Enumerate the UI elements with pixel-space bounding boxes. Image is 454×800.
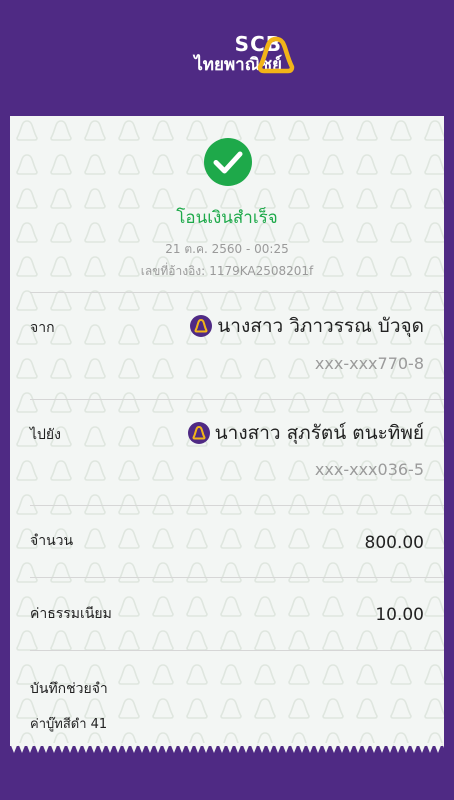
receipt-torn-edge <box>10 743 444 753</box>
app-header: SCB ไทยพาณิชย์ <box>0 0 454 116</box>
from-name: นางสาว วิภาวรรณ บัวจุด <box>217 315 424 337</box>
transfer-status: โอนเงินสำเร็จ <box>176 208 278 228</box>
divider <box>30 292 444 293</box>
from-account-number: xxx-xxx770-8 <box>314 354 424 373</box>
divider <box>30 577 444 578</box>
from-account-holder: นางสาว วิภาวรรณ บัวจุด <box>190 313 424 339</box>
amount-value: 800.00 <box>364 533 424 553</box>
reference-label: เลขที่อ้างอิง: <box>140 264 206 278</box>
reference-value: 1179KA2508201f <box>209 264 314 278</box>
to-name: นางสาว สุภรัตน์ ตนะทิพย์ <box>214 422 424 444</box>
reference-line: เลขที่อ้างอิง: 1179KA2508201f <box>10 262 444 281</box>
divider <box>30 650 444 651</box>
scb-bell-logo-icon <box>257 36 295 74</box>
amount-label: จำนวน <box>30 533 74 549</box>
from-label: จาก <box>30 320 55 336</box>
fee-value: 10.00 <box>375 605 424 625</box>
scb-bell-logo-icon <box>187 422 210 444</box>
to-label: ไปยัง <box>30 427 61 443</box>
check-circle-icon <box>204 138 252 186</box>
divider <box>30 399 444 400</box>
memo-text: ค่าบู๊ทสีดำ 41 <box>30 717 108 732</box>
to-account-holder: นางสาว สุภรัตน์ ตนะทิพย์ <box>187 420 424 446</box>
divider <box>30 505 444 506</box>
transfer-receipt: โอนเงินสำเร็จ 21 ต.ค. 2560 - 00:25 เลขที… <box>10 116 444 746</box>
fee-label: ค่าธรรมเนียม <box>30 606 112 622</box>
memo-label: บันทึกช่วยจำ <box>30 681 108 697</box>
to-account-number: xxx-xxx036-5 <box>314 460 424 479</box>
transfer-datetime: 21 ต.ค. 2560 - 00:25 <box>165 242 289 256</box>
scb-bell-logo-icon <box>190 315 213 337</box>
